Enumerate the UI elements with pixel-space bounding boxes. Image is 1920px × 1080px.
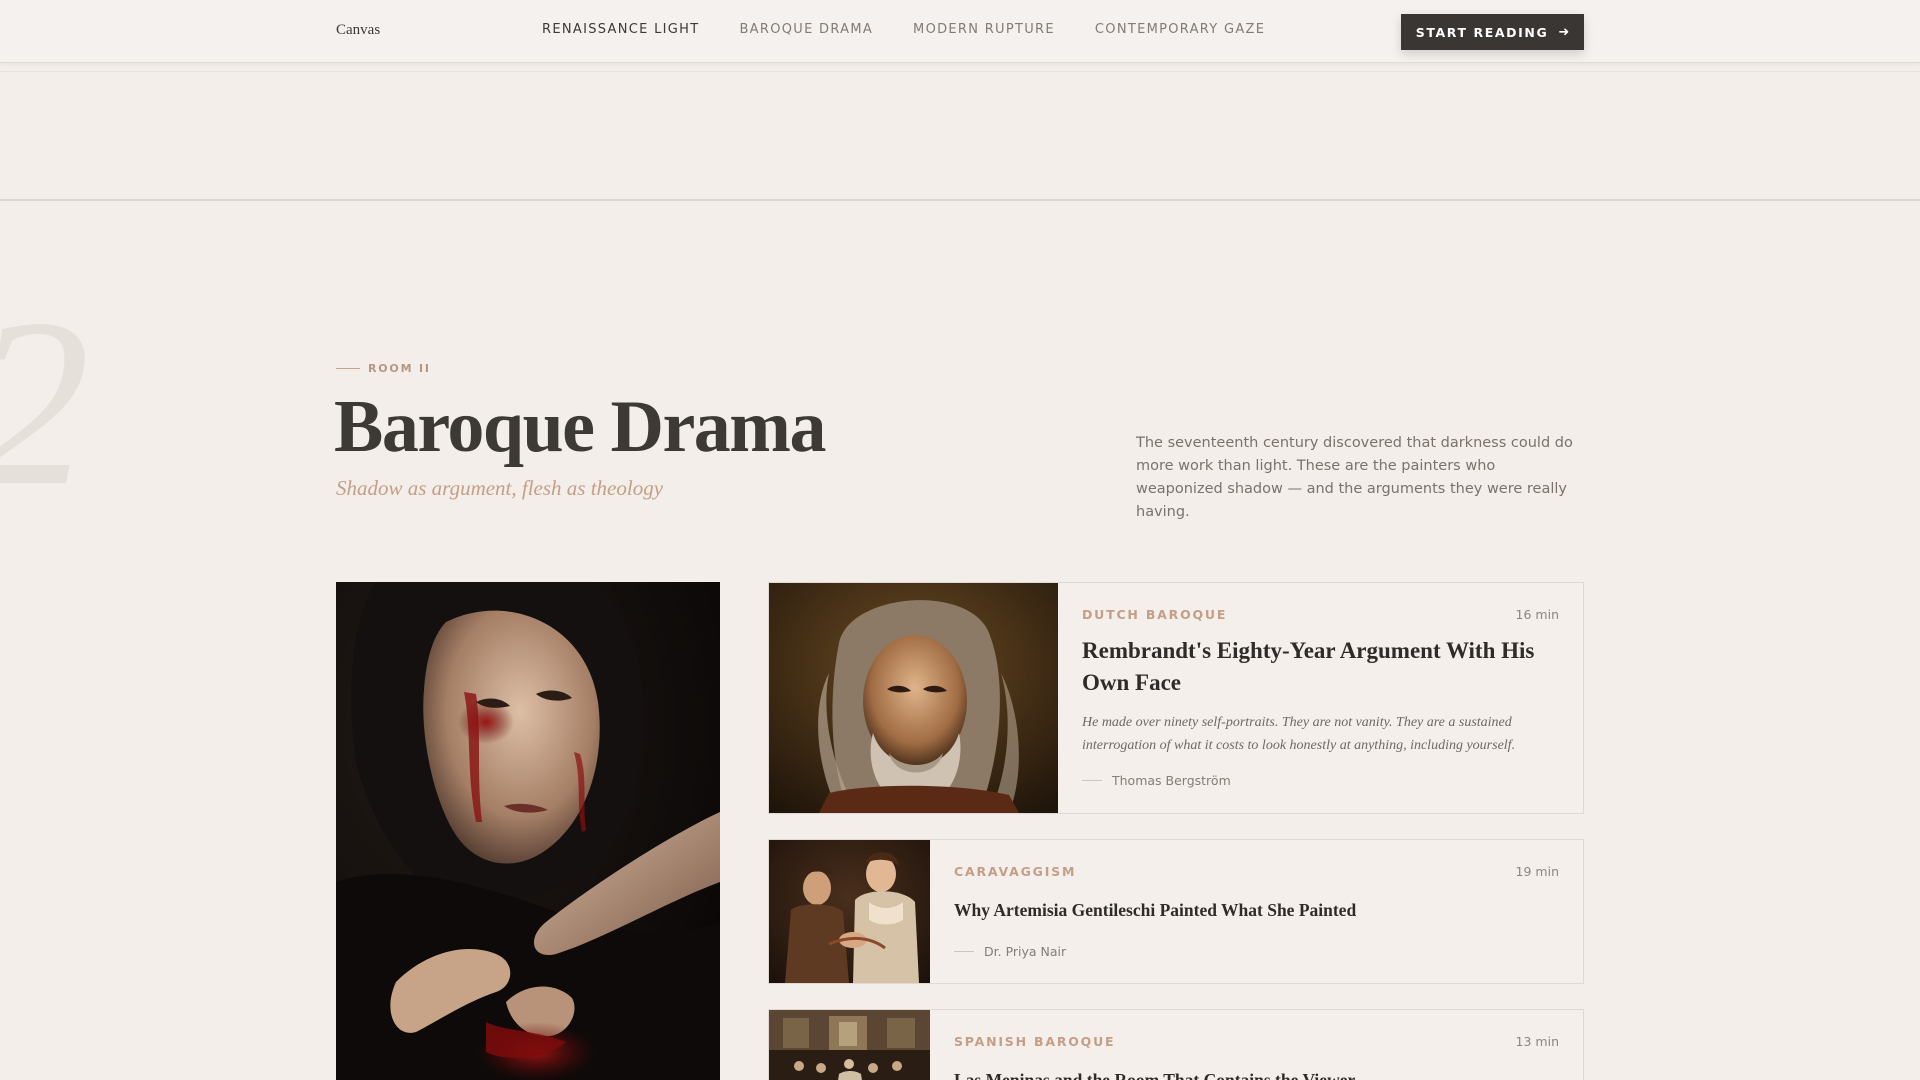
start-reading-label: START READING xyxy=(1415,24,1549,40)
article-title[interactable]: Las Meninas and the Room That Contains t… xyxy=(954,1068,1554,1080)
article-category: DUTCH BAROQUE xyxy=(1082,607,1228,622)
article-card[interactable]: DUTCH BAROQUE 16 min Rembrandt's Eighty-… xyxy=(768,582,1584,814)
nav-link-renaissance-light[interactable]: RENAISSANCE LIGHT xyxy=(542,22,699,37)
page-title: Baroque Drama xyxy=(334,386,826,468)
article-title[interactable]: Why Artemisia Gentileschi Painted What S… xyxy=(954,898,1554,922)
article-thumbnail[interactable] xyxy=(769,1010,930,1080)
article-card[interactable]: CARAVAGGISM 19 min Why Artemisia Gentile… xyxy=(768,839,1584,984)
site-logo[interactable]: Canvas xyxy=(336,22,380,39)
nav-link-baroque-drama[interactable]: BAROQUE DRAMA xyxy=(739,22,873,37)
hooded-figure-painting xyxy=(336,582,720,1080)
article-thumbnail[interactable] xyxy=(769,840,930,983)
arrow-right-icon: ➜ xyxy=(1558,24,1570,40)
author-name[interactable]: Thomas Bergström xyxy=(1112,773,1231,788)
nav-link-modern-rupture[interactable]: MODERN RUPTURE xyxy=(913,22,1055,37)
article-card[interactable]: SPANISH BAROQUE 13 min Las Meninas and t… xyxy=(768,1009,1584,1080)
read-time: 16 min xyxy=(1515,607,1559,622)
article-excerpt: He made over ninety self-portraits. They… xyxy=(1082,715,1516,753)
rembrandt-portrait-image xyxy=(769,583,1058,813)
section-intro: The seventeenth century discovered that … xyxy=(1136,435,1573,520)
divider-line xyxy=(0,71,1920,72)
article-thumbnail[interactable] xyxy=(769,583,1058,813)
start-reading-button[interactable]: START READING ➜ xyxy=(1401,14,1584,50)
las-meninas-image xyxy=(769,1010,930,1080)
nav-link-contemporary-gaze[interactable]: CONTEMPORARY GAZE xyxy=(1095,22,1265,37)
feature-artwork-image[interactable] xyxy=(336,582,720,1080)
article-category: SPANISH BAROQUE xyxy=(954,1034,1116,1049)
read-time: 13 min xyxy=(1515,1034,1559,1049)
room-label: ROOM II xyxy=(368,362,431,375)
room-number-watermark: 2 xyxy=(0,282,90,522)
section-divider xyxy=(0,199,1920,201)
article-byline: Dr. Priya Nair xyxy=(954,944,1066,959)
room-nav: RENAISSANCE LIGHT BAROQUE DRAMA MODERN R… xyxy=(542,22,1305,37)
top-navigation: Canvas RENAISSANCE LIGHT BAROQUE DRAMA M… xyxy=(0,0,1920,63)
eyebrow-rule xyxy=(336,368,360,369)
page-subtitle: Shadow as argument, flesh as theology xyxy=(336,476,664,500)
article-category: CARAVAGGISM xyxy=(954,864,1077,879)
gentileschi-painting-image xyxy=(769,840,930,983)
room-eyebrow: ROOM II xyxy=(336,362,431,375)
read-time: 19 min xyxy=(1515,864,1559,879)
author-name[interactable]: Dr. Priya Nair xyxy=(984,944,1066,959)
article-byline: Thomas Bergström xyxy=(1082,773,1231,788)
byline-rule xyxy=(1082,780,1102,781)
article-title[interactable]: Rembrandt's Eighty-Year Argument With Hi… xyxy=(1082,635,1562,699)
byline-rule xyxy=(954,951,974,952)
